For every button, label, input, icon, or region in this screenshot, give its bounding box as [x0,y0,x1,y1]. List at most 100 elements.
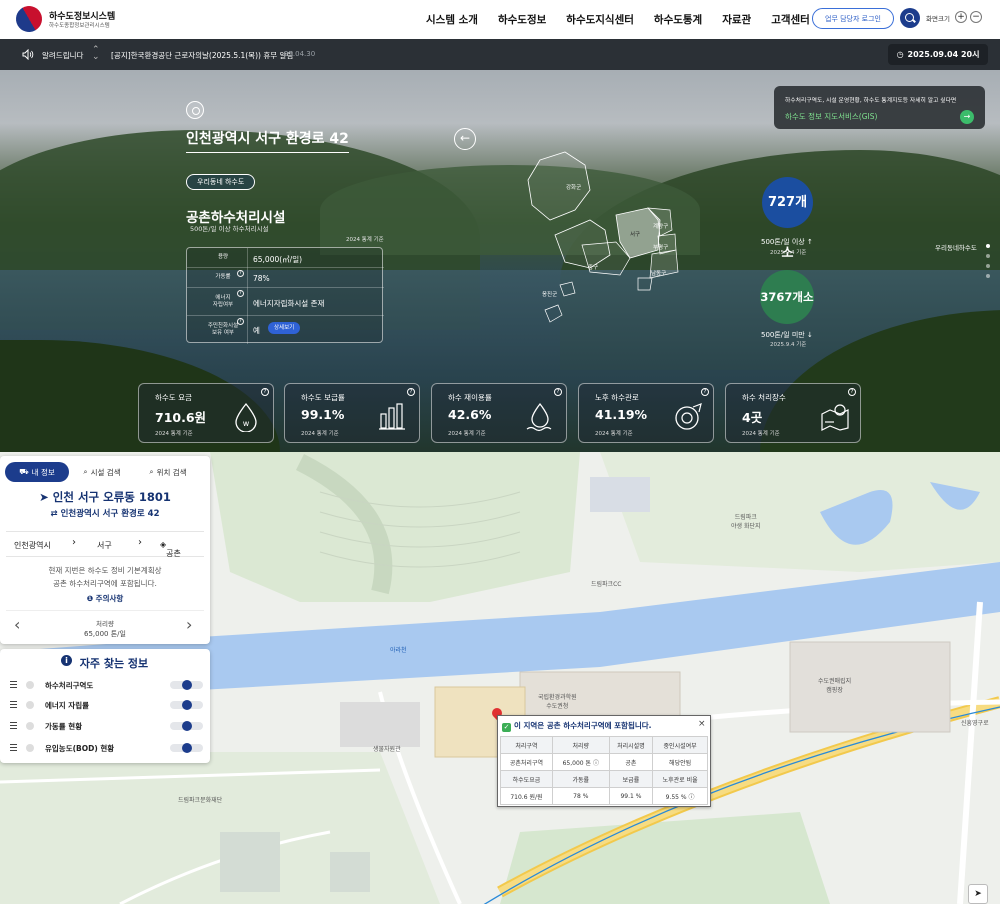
breadcrumb-district[interactable]: 서구 [97,540,112,551]
district-ongjin-c [559,281,576,297]
stat-card-supply-rate[interactable]: 하수도 보급률 99.1% 2024 통계 기준 ? [284,383,420,443]
layer-toggle[interactable] [170,743,203,753]
map-label: 아라천 [390,647,407,654]
nav-knowledge-center[interactable]: 하수도지식센터 [566,12,634,27]
staff-login-button[interactable]: 업무 담당자 로그인 [812,8,894,29]
breadcrumb-city[interactable]: 인천광역시 [14,540,51,551]
gis-description: 하수처리구역도, 시설 운영현황, 하수도 통계지도등 자세히 알고 싶다면 [785,98,957,104]
drag-handle-icon[interactable] [10,681,17,688]
breadcrumb: 인천광역시 › 서구 › ◈ 공촌 [6,531,204,558]
stat-card-sewer-fee[interactable]: 하수도 요금 710.6원 2024 통계 기준 ? w [138,383,274,443]
government-logo-icon[interactable] [11,1,47,37]
drag-handle-icon[interactable] [10,722,17,729]
compass-arrow-icon[interactable]: ➤ [968,884,988,904]
water-wave-icon [526,402,552,432]
faq-item[interactable]: 가동률 현황 [8,719,206,733]
layer-toggle[interactable] [170,680,203,690]
nav-system-intro[interactable]: 시스템 소개 [426,12,478,27]
table-cell: 공촌처리구역 [500,753,553,771]
current-datetime: ◷ 2025.09.04 20시 [888,44,988,65]
notice-text[interactable]: [공지]한국환경공단 근로자의날(2025.5.1(목)) 휴무 알림 [111,50,293,61]
slide-dot[interactable] [986,264,990,268]
chevron-right-icon: › [138,537,142,548]
swap-icon: ⇄ [50,509,61,519]
slide-dot-active[interactable] [986,244,990,248]
faq-item[interactable]: 하수처리구역도 [8,678,206,692]
table-row: 710.6 원/원 78 % 99.1 % 9.55 % ⓘ [500,787,708,805]
desc-line: 공촌 하수처리구역에 포함됩니다. [53,579,157,588]
stat-card-old-pipes[interactable]: 노후 하수관로 41.19% 2024 통계 기준 ? [578,383,714,443]
chevron-right-icon[interactable]: › [186,617,192,633]
help-icon[interactable]: ? [554,388,562,396]
nav-customer-center[interactable]: 고객센터 [771,12,810,27]
notice-updown-icon[interactable]: ⌃ ⌄ [92,46,100,62]
map-label: 신흥영구로 [961,720,989,727]
table-header-cell: 처리시설명 [608,736,654,754]
search-icon[interactable] [900,8,920,28]
row-value: 78% [253,274,270,283]
navigation-arrow-icon: ➤ [39,490,53,504]
main-nav: 시스템 소개 하수도정보 하수도지식센터 하수도통계 자료관 고객센터 [426,12,830,27]
popup-table: 처리구역 처리량 처리시설명 중인시설여부 공촌처리구역 65,000 톤 ⓘ … [500,736,708,805]
faq-item[interactable]: 에너지 자립률 [8,698,206,712]
detail-view-button[interactable]: 상세보기 [268,322,301,334]
tab-facility-search[interactable]: ⌕ 시설 검색 [69,462,135,482]
large-facility-count[interactable]: 727개소 [762,177,813,261]
map-label: 드림파크문화재단 [178,797,223,804]
help-icon[interactable]: ? [237,270,244,277]
help-icon[interactable]: ? [701,388,709,396]
drag-handle-icon[interactable] [10,701,17,708]
zoom-in-button[interactable]: + [955,11,967,23]
gis-link[interactable]: 하수도 정보 지도서비스(GIS) [785,111,877,122]
chevron-right-icon: › [72,537,76,548]
nav-sewer-info[interactable]: 하수도정보 [498,12,546,27]
table-header-cell: 중인시설여부 [652,736,708,754]
side-nav-label[interactable]: 우리동네하수도 [935,242,977,252]
search-icon: ⌕ [83,467,88,476]
stat-ref: 2024 통계 기준 [155,431,193,437]
layer-toggle[interactable] [170,721,203,731]
gis-service-banner[interactable]: 하수처리구역도, 시설 운영현황, 하수도 통계지도등 자세히 알고 싶다면 하… [774,86,985,129]
help-icon[interactable]: ? [237,290,244,297]
toggle-dot [26,681,34,689]
tab-location-search[interactable]: ⌕ 위치 검색 [135,462,201,482]
caution-link[interactable]: ❶ 주의사항 [0,593,210,604]
neighborhood-badge: 우리동네 하수도 [186,174,256,190]
bar-chart-icon [379,403,405,430]
back-arrow-button[interactable]: ← [454,128,476,150]
help-icon[interactable]: ⓘ [593,760,599,767]
table-header-cell: 처리량 [551,736,610,754]
incheon-district-map[interactable] [520,150,690,330]
nav-archive[interactable]: 자료관 [722,12,751,27]
help-icon[interactable]: ? [407,388,415,396]
stat-card-reuse-rate[interactable]: 하수 재이용률 42.6% 2024 통계 기준 ? [431,383,567,443]
small-facility-count[interactable]: 3767개소 [760,270,814,324]
area-info-popup: ✓ 이 지역은 공촌 하수처리구역에 포함됩니다. × 처리구역 처리량 처리시설… [497,715,711,807]
help-icon[interactable]: ⓘ [689,794,695,801]
facility-row: 에너지 자립여부 ? 에너지자립화시설 존재 [187,288,384,316]
help-icon[interactable]: ? [848,388,856,396]
facility-row: 가동률 ? 78% [187,268,384,288]
close-icon[interactable]: × [698,719,706,729]
table-header-row: 처리구역 처리량 처리시설명 중인시설여부 [500,736,708,754]
faq-item[interactable]: 유입농도(BOD) 현황 [8,741,206,755]
stat-value: 710.6원 [155,410,207,425]
arrow-right-icon[interactable]: → [960,110,974,124]
faq-label: 에너지 자립률 [45,701,90,710]
road-address[interactable]: ⇄ 인천광역시 서구 환경로 42 [0,507,210,519]
stat-value: 99.1% [301,407,345,422]
slide-dot[interactable] [986,274,990,278]
slide-dot[interactable] [986,254,990,258]
tab-my-info[interactable]: ⛟ 내 정보 [5,462,69,482]
breadcrumb-area[interactable]: ◈ 공촌 [160,540,181,558]
help-icon[interactable]: ? [237,318,244,325]
desc-line: 현재 지번은 하수도 정비 기본계획상 [48,566,162,575]
nav-sewer-stats[interactable]: 하수도통계 [654,12,702,27]
location-target-icon[interactable] [186,101,204,119]
small-facility-label: 500톤/일 미만 ↓ [761,331,813,339]
zoom-out-button[interactable]: − [970,11,982,23]
layer-toggle[interactable] [170,700,203,710]
drag-handle-icon[interactable] [10,744,17,751]
stat-card-plant-count[interactable]: 하수 처리장수 4곳 2024 통계 기준 ? [725,383,861,443]
help-icon[interactable]: ? [261,388,269,396]
